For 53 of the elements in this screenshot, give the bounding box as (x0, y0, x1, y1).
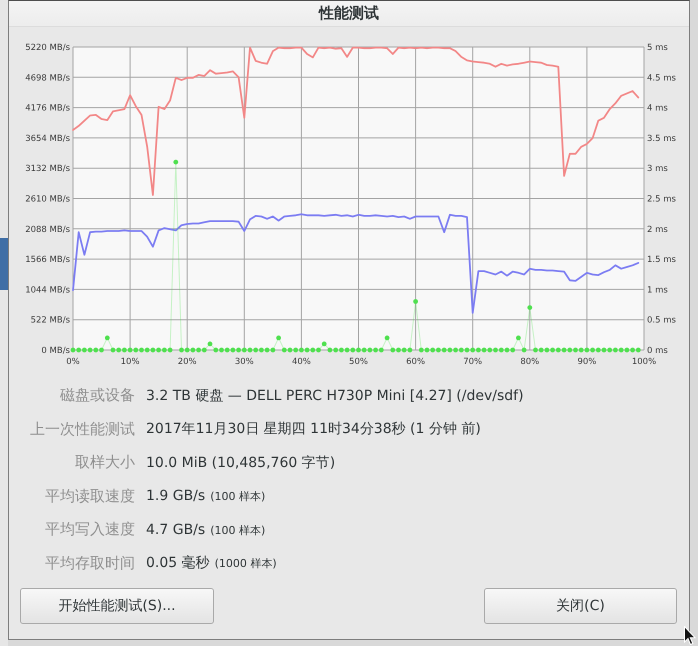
detail-label: 平均读取速度 (45, 486, 135, 506)
detail-label: 平均写入速度 (45, 520, 135, 540)
percent-axis-label: 100% (632, 357, 656, 367)
detail-value: 2017年11月30日 星期四 11时34分38秒 (1 分钟 前) (146, 420, 481, 438)
detail-value: 1.9 GB/s (146, 488, 206, 504)
speed-axis-label: 5220 MB/s (25, 43, 70, 53)
latency-axis-label: 0 ms (647, 346, 668, 356)
detail-value: 10.0 MiB (10,485,760 字节) (146, 454, 336, 472)
latency-axis-label: 1 ms (647, 285, 668, 296)
speed-axis-label: 2610 MB/s (25, 194, 70, 204)
window-title: 性能测试 (319, 4, 379, 23)
percent-axis-label: 50% (349, 357, 368, 367)
latency-axis-label: 3.5 ms (647, 134, 676, 144)
speed-axis-label: 0 MB/s (41, 346, 70, 356)
sample-count: (1000 样本) (214, 556, 277, 572)
speed-axis-label: 4698 MB/s (25, 73, 70, 84)
speed-axis-label: 522 MB/s (30, 316, 70, 326)
sample-count: (100 样本) (210, 489, 266, 504)
percent-axis-label: 10% (120, 357, 140, 367)
detail-label: 上一次性能测试 (30, 420, 135, 439)
selected-row-highlight (0, 238, 8, 290)
speed-axis-label: 1566 MB/s (25, 255, 70, 266)
speed-axis-label: 3654 MB/s (25, 134, 70, 144)
mouse-pointer-icon (684, 626, 696, 645)
percent-axis-label: 90% (577, 357, 596, 367)
speed-axis-label: 1044 MB/s (25, 285, 70, 296)
latency-axis-label: 2.5 ms (647, 194, 676, 204)
percent-axis-label: 70% (463, 357, 482, 367)
detail-value: 0.05 毫秒 (146, 554, 210, 572)
detail-label: 取样大小 (75, 453, 135, 472)
detail-label: 磁盘或设备 (60, 386, 135, 406)
percent-axis-label: 0% (66, 357, 80, 367)
speed-axis-label: 4176 MB/s (25, 104, 70, 114)
percent-axis-label: 20% (178, 357, 197, 367)
detail-value: 3.2 TB 硬盘 — DELL PERC H730P Mini [4.27] (/dev/sdf) (146, 386, 524, 405)
speed-axis-label: 3132 MB/s (25, 164, 70, 174)
latency-axis-label: 1.5 ms (647, 255, 676, 266)
sample-count: (100 样本) (210, 522, 266, 538)
percent-axis-label: 40% (292, 357, 311, 367)
detail-value: 4.7 GB/s (146, 522, 206, 538)
latency-axis-label: 0.5 ms (647, 316, 676, 326)
percent-axis-label: 60% (406, 357, 426, 367)
latency-axis-label: 4 ms (647, 104, 668, 114)
percent-axis-label: 30% (234, 357, 254, 367)
percent-axis-label: 80% (520, 357, 540, 367)
detail-label: 平均存取时间 (45, 554, 135, 573)
speed-axis-label: 2088 MB/s (25, 224, 70, 235)
latency-axis-label: 5 ms (647, 43, 668, 53)
latency-axis-label: 3 ms (647, 164, 668, 174)
latency-axis-label: 4.5 ms (647, 73, 676, 84)
close-button[interactable]: 关闭(C) (484, 588, 677, 624)
start-benchmark-button[interactable]: 开始性能测试(S)... (20, 588, 214, 624)
latency-axis-label: 2 ms (647, 224, 668, 235)
